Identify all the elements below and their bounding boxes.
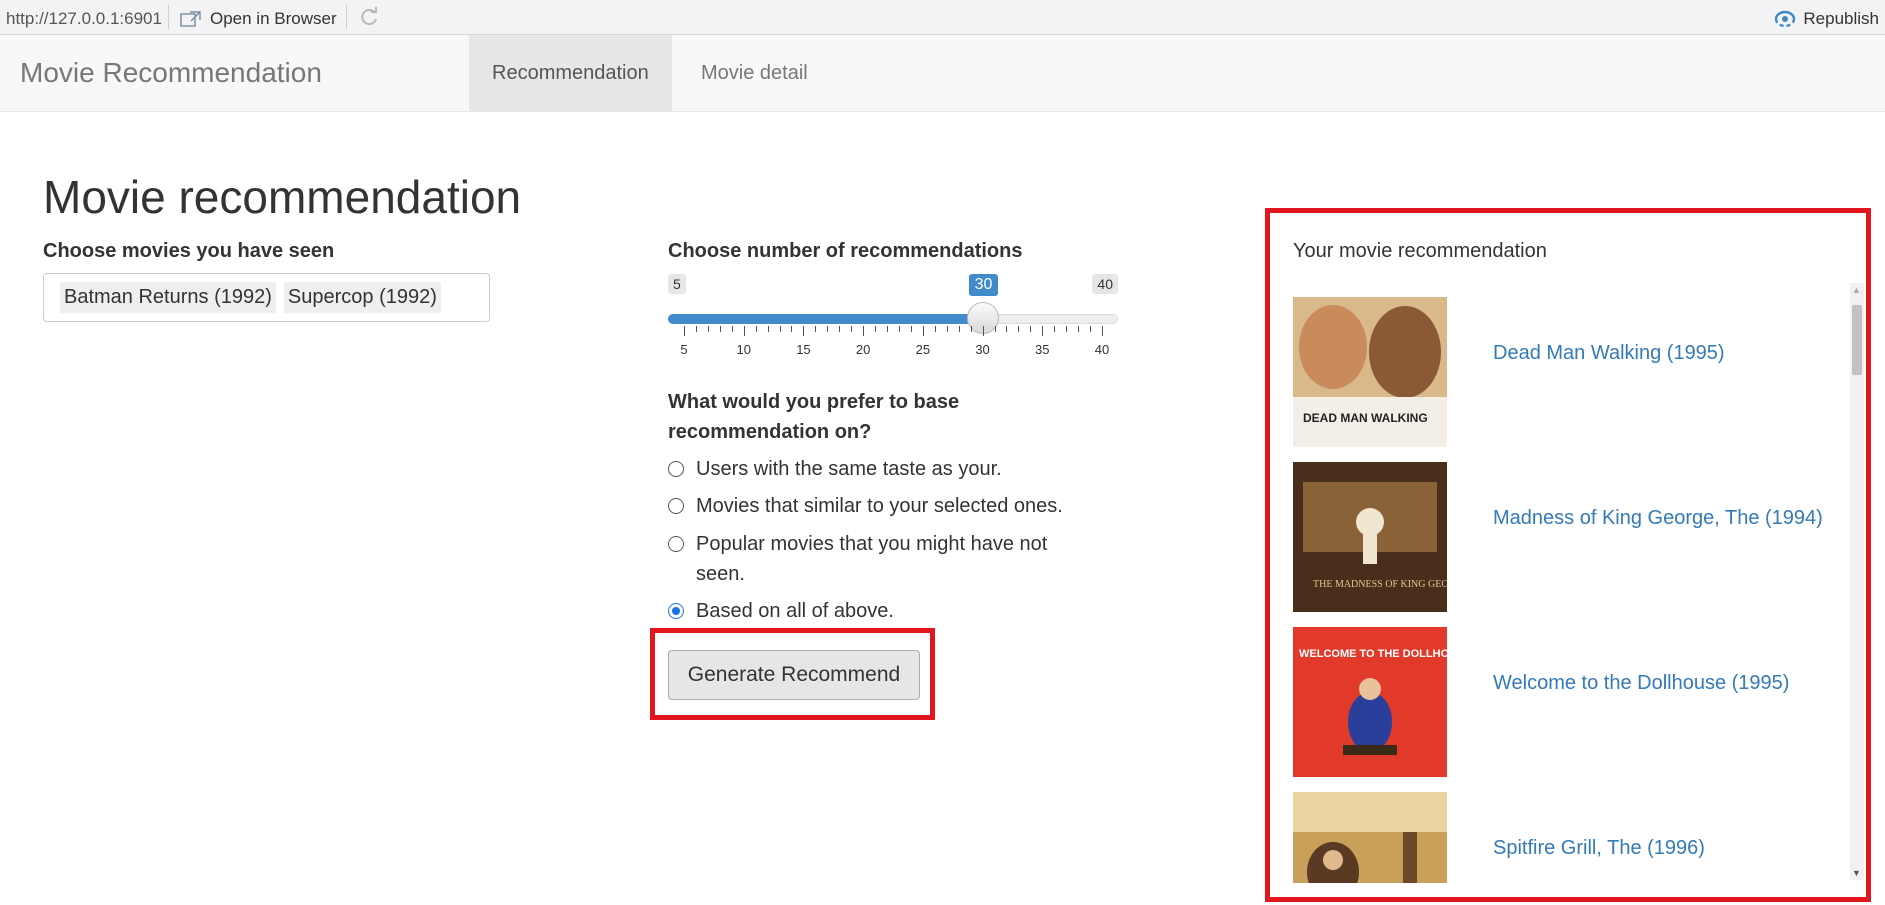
navbar-brand[interactable]: Movie Recommendation xyxy=(20,57,322,89)
radio-option-similar-movies[interactable]: Movies that similar to your selected one… xyxy=(668,491,1063,521)
refresh-icon[interactable] xyxy=(358,6,380,33)
radio-option-all[interactable]: Based on all of above. xyxy=(668,596,894,626)
radio-button[interactable] xyxy=(668,461,684,477)
slider-tick xyxy=(887,326,889,332)
open-in-browser-label: Open in Browser xyxy=(210,9,337,28)
navbar: Movie Recommendation Recommendation Movi… xyxy=(0,35,1885,112)
radio-button[interactable] xyxy=(668,603,684,619)
slider-tick xyxy=(1102,326,1103,336)
slider-tick xyxy=(684,326,685,336)
slider-tick xyxy=(1042,326,1044,336)
open-in-browser-button[interactable]: Open in Browser xyxy=(180,9,337,29)
slider-label: Choose number of recommendations xyxy=(668,240,1023,262)
radio-group-label: What would you prefer to base recommenda… xyxy=(668,391,960,443)
slider-tick xyxy=(707,326,709,332)
radio-button[interactable] xyxy=(668,536,684,552)
slider-tick xyxy=(1054,326,1056,332)
republish-icon xyxy=(1775,10,1796,28)
slider-min-label: 5 xyxy=(668,274,686,294)
movies-select-input[interactable]: Batman Returns (1992) Supercop (1992) xyxy=(43,273,490,322)
highlight-box xyxy=(650,628,935,720)
toolbar-divider xyxy=(168,5,169,29)
slider-tick xyxy=(875,326,877,332)
republish-button[interactable]: Republish xyxy=(1773,9,1879,29)
slider-tick xyxy=(1090,326,1092,332)
slider-tick xyxy=(863,326,865,336)
slider-value-label: 30 xyxy=(968,274,999,296)
slider-tick xyxy=(839,326,841,332)
slider-tick xyxy=(743,326,745,336)
tab-movie-detail[interactable]: Movie detail xyxy=(678,35,831,111)
radio-option-label: Users with the same taste as your. xyxy=(696,458,1002,480)
open-browser-icon xyxy=(180,11,201,27)
slider-tick xyxy=(767,326,769,332)
slider-tick xyxy=(1078,326,1080,332)
slider-tick xyxy=(731,326,733,332)
slider-tick xyxy=(958,326,960,332)
slider-tick-label: 15 xyxy=(796,342,811,357)
selected-movie-chip[interactable]: Supercop (1992) xyxy=(283,282,441,313)
recommendation-count-slider[interactable]: 5 30 40 5 10 15 20 25 30 35 40 xyxy=(668,270,1118,360)
slider-tick xyxy=(946,326,948,332)
slider-tick xyxy=(791,326,793,332)
slider-tick-label: 30 xyxy=(975,342,990,357)
slider-tick-label: 10 xyxy=(736,342,751,357)
slider-fill xyxy=(668,314,983,324)
slider-tick xyxy=(994,326,996,332)
slider-tick xyxy=(922,326,924,336)
toolbar-divider xyxy=(346,5,347,29)
slider-tick xyxy=(1030,326,1032,332)
selected-movie-chip[interactable]: Batman Returns (1992) xyxy=(60,282,276,313)
radio-option-label: Popular movies that you might have not s… xyxy=(696,533,1048,585)
slider-tick xyxy=(779,326,781,332)
choose-movies-label: Choose movies you have seen xyxy=(43,240,335,262)
slider-tick xyxy=(719,326,721,332)
slider-tick xyxy=(695,326,697,332)
slider-tick xyxy=(1066,326,1068,332)
slider-tick xyxy=(910,326,912,332)
republish-label: Republish xyxy=(1803,9,1879,28)
slider-tick xyxy=(851,326,853,332)
viewer-url: http://127.0.0.1:6901 xyxy=(6,9,162,28)
slider-tick xyxy=(934,326,936,332)
highlight-box xyxy=(1265,208,1871,902)
slider-tick xyxy=(898,326,900,332)
slider-tick xyxy=(815,326,817,332)
slider-tick xyxy=(803,326,805,336)
radio-option-users[interactable]: Users with the same taste as your. xyxy=(668,454,1002,484)
page-title: Movie recommendation xyxy=(43,171,522,223)
slider-tick xyxy=(755,326,757,332)
slider-tick-label: 25 xyxy=(915,342,931,357)
slider-tick-label: 5 xyxy=(680,342,688,357)
slider-max-label: 40 xyxy=(1092,274,1118,294)
slider-tick xyxy=(982,326,984,336)
tab-recommendation[interactable]: Recommendation xyxy=(469,35,672,111)
slider-tick-label: 20 xyxy=(855,342,871,357)
slider-tick xyxy=(970,326,972,332)
slider-tick xyxy=(827,326,829,332)
slider-tick-label: 40 xyxy=(1094,342,1110,357)
radio-option-label: Based on all of above. xyxy=(696,600,894,622)
slider-tick xyxy=(1018,326,1020,332)
slider-tick xyxy=(1006,326,1008,332)
radio-button[interactable] xyxy=(668,498,684,514)
slider-tick-label: 35 xyxy=(1035,342,1050,357)
radio-option-popular[interactable]: Popular movies that you might have not s… xyxy=(668,529,1088,589)
radio-option-label: Movies that similar to your selected one… xyxy=(696,495,1063,517)
viewer-toolbar: http://127.0.0.1:6901 Open in Browser Re… xyxy=(0,0,1885,35)
